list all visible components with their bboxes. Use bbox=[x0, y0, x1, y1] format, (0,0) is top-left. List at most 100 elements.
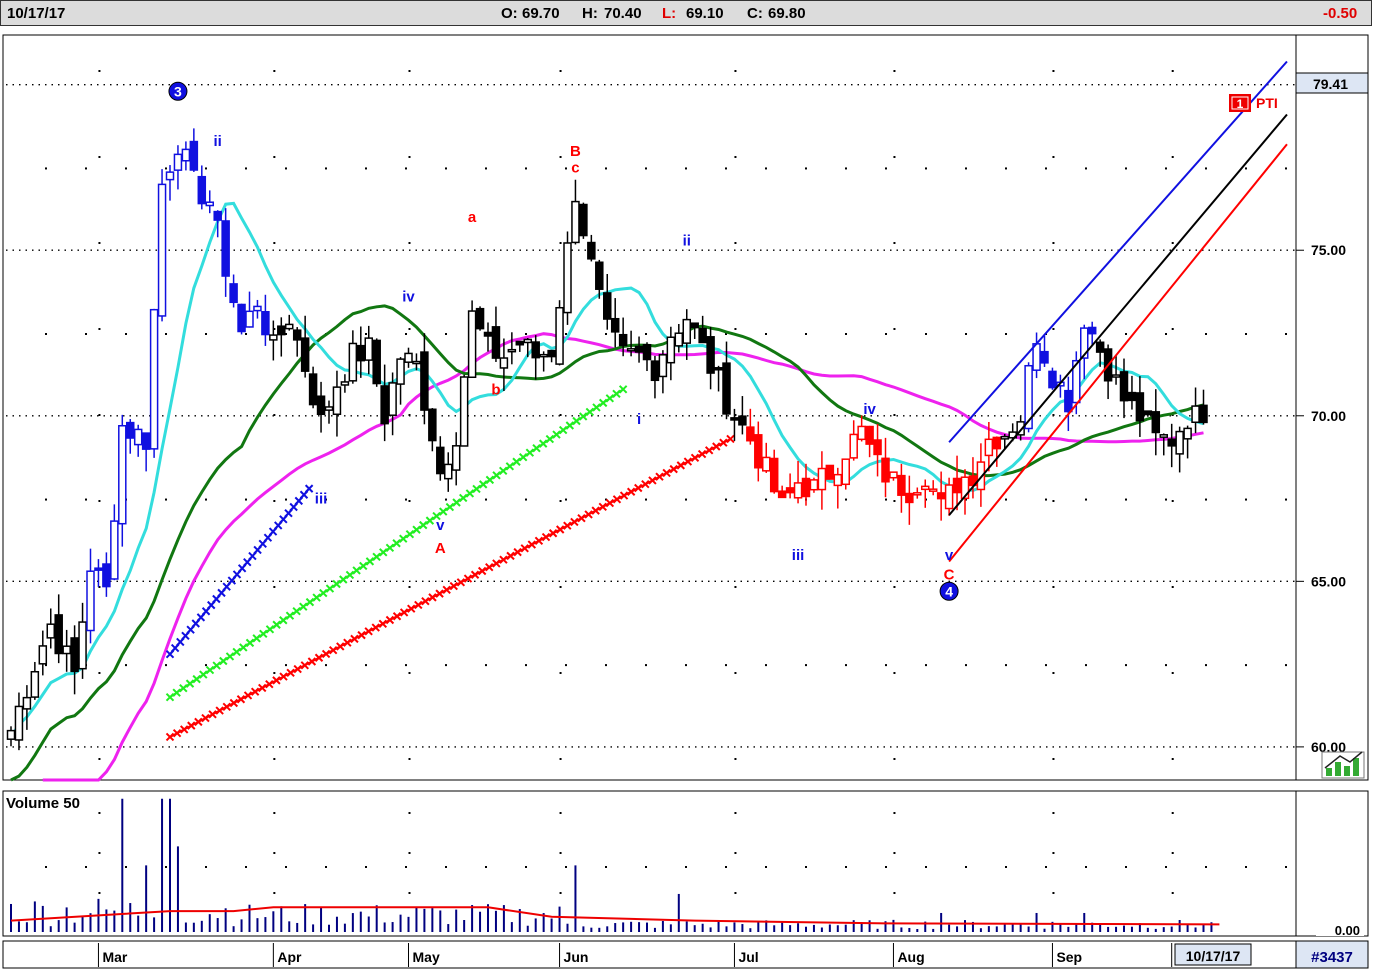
grid-dot bbox=[559, 892, 562, 894]
grid-dot bbox=[1245, 866, 1247, 868]
candle-body bbox=[809, 479, 819, 491]
candle-body bbox=[396, 358, 405, 385]
candle-body bbox=[1095, 341, 1105, 353]
candle-body bbox=[571, 200, 580, 244]
candle-body bbox=[618, 333, 628, 347]
candle-body bbox=[229, 283, 238, 304]
grid-dot bbox=[98, 892, 101, 894]
chart-id: #3437 bbox=[1311, 949, 1353, 966]
grid-dot bbox=[559, 586, 562, 588]
candle-body bbox=[1111, 374, 1121, 378]
grid-dot bbox=[1205, 498, 1207, 501]
grid-dot bbox=[285, 664, 287, 667]
grid-dot bbox=[893, 70, 896, 72]
candle-body bbox=[483, 331, 493, 337]
candle-body bbox=[889, 471, 898, 479]
grid-dot bbox=[273, 586, 276, 588]
candle-body bbox=[253, 305, 262, 312]
grid-dot bbox=[205, 866, 207, 868]
grid-dot bbox=[1052, 812, 1055, 814]
candle-body bbox=[1064, 389, 1073, 413]
grid-dot bbox=[85, 167, 87, 170]
grid-dot bbox=[205, 664, 207, 667]
grid-dot bbox=[1285, 664, 1287, 667]
wave-label: C bbox=[944, 567, 955, 584]
grid-dot bbox=[98, 156, 101, 158]
grid-dot bbox=[1125, 664, 1127, 667]
grid-dot bbox=[1085, 866, 1087, 868]
candle-body bbox=[110, 520, 119, 580]
candle-body bbox=[992, 436, 1002, 450]
grid-dot bbox=[405, 866, 407, 868]
grid-dot bbox=[165, 167, 167, 170]
candle-body bbox=[30, 670, 40, 698]
candle-body bbox=[1087, 326, 1097, 335]
grid-dot bbox=[205, 498, 207, 501]
grid-dot bbox=[893, 156, 896, 158]
grid-dot bbox=[725, 866, 727, 868]
candle-body bbox=[984, 438, 994, 457]
grid-dot bbox=[559, 414, 562, 416]
candle-body bbox=[133, 428, 143, 446]
grid-dot bbox=[734, 812, 737, 814]
chart-area[interactable]: 3iiiiiivvAabBciiiiiiivvC4 60.0065.0070.0… bbox=[0, 26, 1400, 970]
grid-dot bbox=[765, 333, 767, 335]
grid-dot bbox=[734, 672, 737, 674]
grid-dot bbox=[273, 156, 276, 158]
volume-axis-label: 0.00 bbox=[1335, 923, 1360, 938]
candle-body bbox=[38, 645, 48, 665]
grid-dot bbox=[165, 866, 167, 868]
grid-dot bbox=[845, 866, 847, 868]
candle-body bbox=[78, 621, 87, 670]
candle-body bbox=[833, 473, 843, 487]
grid-dot bbox=[734, 70, 737, 72]
grid-dot bbox=[559, 672, 562, 674]
grid-dot bbox=[1245, 333, 1247, 335]
candle-body bbox=[451, 445, 461, 471]
close-label: C: bbox=[747, 5, 763, 22]
grid-dot bbox=[1171, 70, 1174, 72]
wave-label: iv bbox=[402, 289, 415, 306]
grid-dot bbox=[1005, 498, 1007, 501]
current-price-value: 79.41 bbox=[1313, 76, 1348, 92]
candle-body bbox=[308, 373, 318, 406]
grid-dot bbox=[925, 866, 927, 868]
candle-body bbox=[436, 446, 445, 475]
candle-body bbox=[412, 360, 421, 365]
grid-dot bbox=[1045, 664, 1047, 667]
grid-dot bbox=[408, 500, 411, 502]
candle-body bbox=[388, 382, 397, 416]
candle-body bbox=[579, 203, 588, 237]
candle-body bbox=[300, 337, 310, 372]
grid-dot bbox=[1052, 586, 1055, 588]
wave-label: 4 bbox=[945, 583, 953, 599]
grid-dot bbox=[525, 664, 527, 667]
chart-settings-icon[interactable] bbox=[1321, 751, 1365, 779]
grid-dot bbox=[1171, 328, 1174, 330]
grid-dot bbox=[1085, 498, 1087, 501]
candle-body bbox=[1048, 370, 1057, 389]
grid-dot bbox=[45, 167, 47, 170]
grid-dot bbox=[1171, 758, 1174, 760]
grid-dot bbox=[408, 812, 411, 814]
grid-dot bbox=[485, 664, 487, 667]
grid-dot bbox=[365, 167, 367, 170]
candle-body bbox=[777, 490, 787, 499]
date-axis[interactable] bbox=[2, 940, 1297, 969]
grid-dot bbox=[1165, 498, 1167, 501]
volume-title: Volume 50 bbox=[6, 795, 80, 812]
grid-dot bbox=[285, 866, 287, 868]
grid-dot bbox=[408, 328, 411, 330]
month-label: Mar bbox=[102, 949, 127, 965]
grid-dot bbox=[765, 664, 767, 667]
candle-body bbox=[738, 415, 747, 426]
grid-dot bbox=[765, 866, 767, 868]
grid-dot bbox=[765, 167, 767, 170]
candle-body bbox=[332, 386, 342, 416]
candle-body bbox=[849, 433, 858, 459]
grid-dot bbox=[565, 333, 567, 335]
grid-dot bbox=[85, 866, 87, 868]
y-tick-label: 65.00 bbox=[1311, 573, 1346, 589]
grid-dot bbox=[365, 333, 367, 335]
wave-label: iv bbox=[863, 401, 876, 418]
